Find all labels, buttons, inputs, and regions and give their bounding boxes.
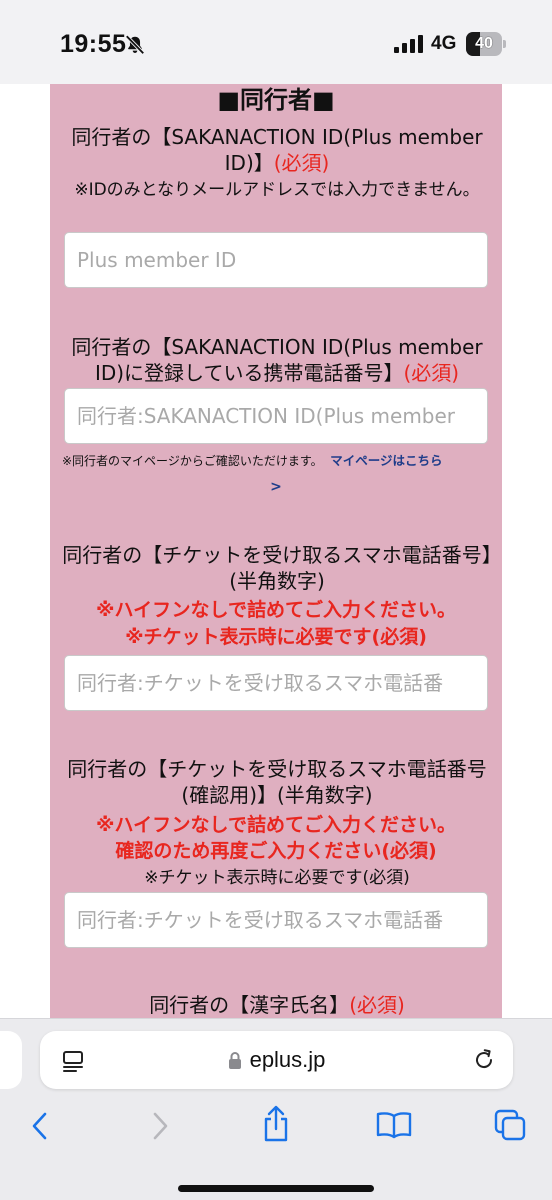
previous-tab-peek[interactable] — [0, 1031, 22, 1089]
warning-no-hyphen: ※ハイフンなしで詰めてご入力ください。 — [96, 599, 456, 621]
field-label-plus-member-id: 同行者の【SAKANACTION ID(Plus member ID)】(必須) — [71, 125, 483, 175]
required-mark: (必須) — [349, 993, 405, 1017]
mypage-link-arrow[interactable]: > — [62, 474, 490, 500]
field-label-ticket-phone-confirm: 同行者の【チケットを受け取るスマホ電話番号(確認用)】(半角数字) — [67, 757, 487, 807]
field-label-registered-phone: 同行者の【SAKANACTION ID(Plus member ID)に登録して… — [71, 335, 483, 385]
network-type: 4G — [431, 33, 457, 54]
mypage-link[interactable]: マイページはこちら — [330, 453, 442, 468]
reload-icon[interactable] — [472, 1048, 496, 1072]
browser-toolbar: eplus.jp — [0, 1018, 552, 1200]
battery-indicator: 40 — [466, 32, 506, 56]
status-bar: 19:55 4G 40 — [0, 0, 552, 84]
share-icon[interactable] — [260, 1105, 292, 1143]
status-time: 19:55 — [60, 30, 127, 58]
field-note-required-display: ※チケット表示時に必要です(必須) — [144, 868, 410, 888]
ticket-phone-input[interactable] — [64, 655, 488, 711]
address-bar[interactable]: eplus.jp — [40, 1031, 513, 1089]
mypage-note: ※同行者のマイページからご確認いただけます。 マイページはこちら > — [62, 448, 490, 500]
required-mark: (必須) — [403, 361, 460, 385]
warning-reenter: 確認のため再度ご入力ください(必須) — [115, 840, 437, 862]
field-label-kanji-name: 同行者の【漢字氏名】(必須) — [149, 993, 405, 1017]
chevron-left-icon[interactable] — [30, 1111, 50, 1141]
required-mark: (必須) — [273, 151, 330, 175]
field-note-id-only: ※IDのみとなりメールアドレスでは入力できません。 — [74, 180, 480, 200]
cellular-signal-icon — [394, 35, 423, 53]
registered-phone-input[interactable] — [64, 388, 488, 444]
chevron-right-icon[interactable] — [150, 1111, 170, 1141]
battery-level: 40 — [475, 35, 493, 52]
url-display[interactable]: eplus.jp — [40, 1031, 513, 1089]
warning-no-hyphen-confirm: ※ハイフンなしで詰めてご入力ください。 — [96, 814, 456, 836]
book-icon[interactable] — [376, 1111, 412, 1139]
plus-member-id-input[interactable] — [64, 232, 488, 288]
tabs-icon[interactable] — [494, 1109, 526, 1141]
home-indicator — [178, 1185, 374, 1192]
warning-required-display: ※チケット表示時に必要です(必須) — [125, 626, 427, 648]
lock-icon — [228, 1052, 241, 1069]
field-label-ticket-phone: 同行者の【チケットを受け取るスマホ電話番号】(半角数字) — [62, 543, 492, 593]
section-title: ■同行者■ — [217, 86, 335, 114]
ticket-phone-confirm-input[interactable] — [64, 892, 488, 948]
bell-slash-icon — [125, 35, 145, 55]
companion-form-panel: ■同行者■ 同行者の【SAKANACTION ID(Plus member ID… — [50, 84, 502, 1084]
